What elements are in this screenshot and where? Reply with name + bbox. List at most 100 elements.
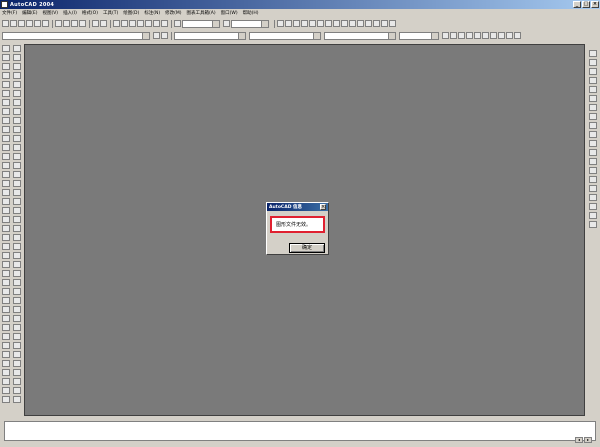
diameter-dim-icon[interactable] (309, 20, 316, 27)
viewport-icon[interactable] (474, 32, 481, 39)
linear-dim-icon[interactable] (277, 20, 284, 27)
tool-s-icon[interactable] (13, 207, 21, 214)
spline-icon[interactable] (2, 117, 10, 124)
tool-i-icon[interactable] (13, 117, 21, 124)
divide-icon[interactable] (2, 378, 10, 385)
explode-icon[interactable] (2, 342, 10, 349)
offset-icon[interactable] (2, 243, 10, 250)
ellipse-icon[interactable] (2, 126, 10, 133)
r-tool-17-icon[interactable] (589, 194, 597, 201)
tool-z-icon[interactable] (13, 270, 21, 277)
hatch-draw-icon[interactable] (2, 171, 10, 178)
r-polygon-icon[interactable] (589, 86, 597, 93)
list-icon[interactable] (2, 387, 10, 394)
tool-palettes-icon[interactable] (161, 20, 168, 27)
tool-al-icon[interactable] (13, 378, 21, 385)
undo-icon[interactable] (92, 20, 99, 27)
tool-b-icon[interactable] (13, 54, 21, 61)
pan-icon[interactable] (113, 20, 120, 27)
tool-am-icon[interactable] (13, 387, 21, 394)
dim-style-combo[interactable] (231, 19, 269, 28)
tool-t-icon[interactable] (13, 216, 21, 223)
linetype-combo[interactable] (249, 31, 321, 40)
erase-icon[interactable] (2, 216, 10, 223)
lengthen-icon[interactable] (2, 360, 10, 367)
tool-ae-icon[interactable] (13, 315, 21, 322)
insert-icon[interactable] (490, 32, 497, 39)
make-block-icon[interactable] (2, 153, 10, 160)
stretch-icon[interactable] (2, 288, 10, 295)
menu-edit[interactable]: 编辑(E) (22, 10, 37, 16)
tolerance-icon[interactable] (357, 20, 364, 27)
menu-toolbox[interactable]: 图表工具箱(A) (187, 10, 216, 16)
properties-icon[interactable] (145, 20, 152, 27)
preview-icon[interactable] (34, 20, 41, 27)
r-circle-icon[interactable] (589, 68, 597, 75)
rectangle-icon[interactable] (2, 81, 10, 88)
maximize-button[interactable]: □ (582, 1, 590, 8)
r-ellipse-icon[interactable] (589, 113, 597, 120)
tool-aj-icon[interactable] (13, 360, 21, 367)
tool-ah-icon[interactable] (13, 342, 21, 349)
r-tool-16-icon[interactable] (589, 185, 597, 192)
r-hatch-icon[interactable] (589, 140, 597, 147)
polyline-icon[interactable] (2, 63, 10, 70)
tool-af-icon[interactable] (13, 324, 21, 331)
r-table-icon[interactable] (589, 158, 597, 165)
named-views-icon[interactable] (442, 32, 449, 39)
mtext-icon[interactable] (514, 32, 521, 39)
dim-edit-icon[interactable] (373, 20, 380, 27)
quick-dim-icon[interactable] (325, 20, 332, 27)
region-icon[interactable] (506, 32, 513, 39)
scale-icon[interactable] (2, 279, 10, 286)
ucs-origin-icon[interactable] (466, 32, 473, 39)
tool-k-icon[interactable] (13, 135, 21, 142)
copy-object-icon[interactable] (2, 225, 10, 232)
tool-e-icon[interactable] (13, 81, 21, 88)
tool-ai-icon[interactable] (13, 351, 21, 358)
ucs-icon[interactable] (450, 32, 457, 39)
tool-v-icon[interactable] (13, 234, 21, 241)
layer-manager-icon[interactable] (153, 32, 160, 39)
tool-x-icon[interactable] (13, 252, 21, 259)
r-region-icon[interactable] (589, 149, 597, 156)
extend-icon[interactable] (2, 306, 10, 313)
tool-a-icon[interactable] (13, 45, 21, 52)
r-block-icon[interactable] (589, 122, 597, 129)
zoom-realtime-icon[interactable] (121, 20, 128, 27)
angular-dim-icon[interactable] (317, 20, 324, 27)
menu-tools[interactable]: 工具(T) (103, 10, 118, 16)
ellipse-arc-icon[interactable] (2, 135, 10, 142)
r-line-icon[interactable] (589, 50, 597, 57)
hatch-icon[interactable] (498, 32, 505, 39)
ucs-world-icon[interactable] (458, 32, 465, 39)
leader-icon[interactable] (349, 20, 356, 27)
print-icon[interactable] (26, 20, 33, 27)
r-tool-18-icon[interactable] (589, 203, 597, 210)
tool-p-icon[interactable] (13, 180, 21, 187)
menu-help[interactable]: 帮助(H) (243, 10, 259, 16)
tool-an-icon[interactable] (13, 396, 21, 403)
fillet-icon[interactable] (2, 333, 10, 340)
tool-aa-icon[interactable] (13, 279, 21, 286)
plot-style-combo[interactable] (399, 31, 439, 40)
point-icon[interactable] (2, 162, 10, 169)
zoom-window-icon[interactable] (129, 20, 136, 27)
r-tool-20-icon[interactable] (589, 221, 597, 228)
gradient-icon[interactable] (2, 180, 10, 187)
tool-ac-icon[interactable] (13, 297, 21, 304)
break-icon[interactable] (2, 315, 10, 322)
text-style-icon[interactable] (174, 20, 181, 27)
ok-button[interactable]: 确定 (289, 243, 325, 253)
tool-n-icon[interactable] (13, 162, 21, 169)
close-button[interactable]: × (591, 1, 599, 8)
lineweight-combo[interactable] (324, 31, 396, 40)
aligned-dim-icon[interactable] (285, 20, 292, 27)
tool-l-icon[interactable] (13, 144, 21, 151)
r-point-icon[interactable] (589, 131, 597, 138)
construction-line-icon[interactable] (2, 54, 10, 61)
scroll-right-icon[interactable]: ▸ (584, 437, 592, 443)
tool-f-icon[interactable] (13, 90, 21, 97)
tool-ak-icon[interactable] (13, 369, 21, 376)
menu-draw[interactable]: 绘图(D) (123, 10, 139, 16)
